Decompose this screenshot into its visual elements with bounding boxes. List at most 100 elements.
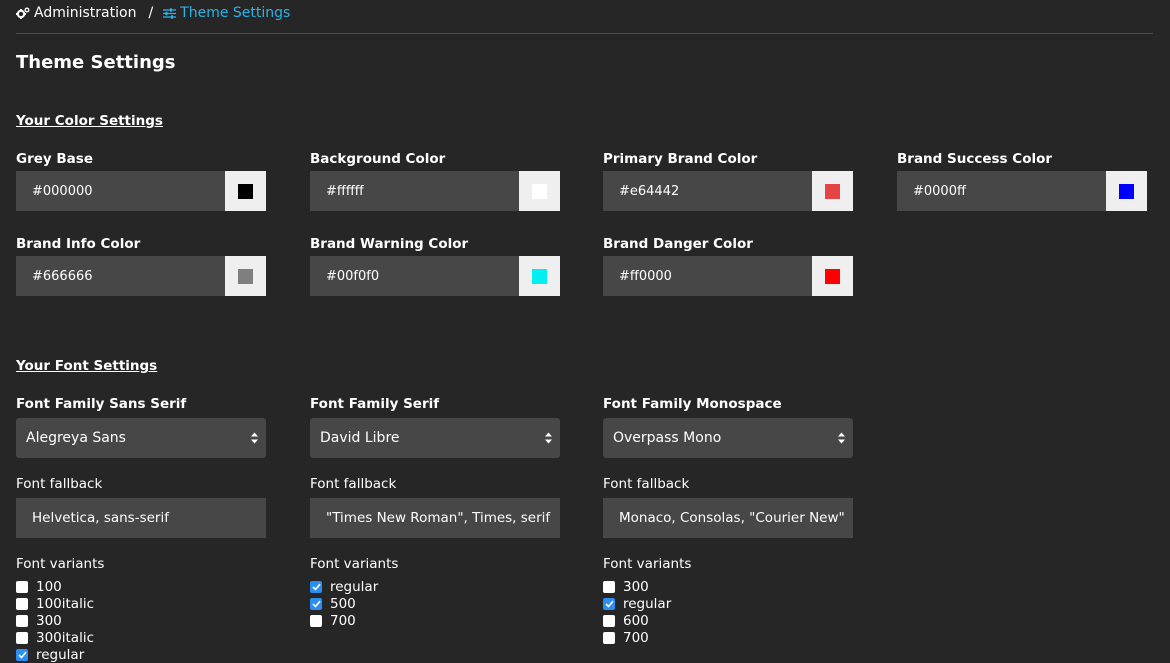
color-swatch bbox=[1119, 183, 1134, 199]
breadcrumb-administration-label: Administration bbox=[34, 5, 137, 21]
font-variant-option[interactable]: 100 bbox=[16, 578, 266, 595]
color-input-group: #0000ff bbox=[897, 171, 1147, 211]
background-color-picker[interactable] bbox=[519, 171, 560, 211]
font-family-sans-serif-group: Font Family Sans Serif Alegreya Sans Fon… bbox=[16, 396, 266, 663]
brand-warning-color-input[interactable]: #00f0f0 bbox=[310, 256, 519, 296]
variant-label: 500 bbox=[330, 595, 356, 612]
grey-base-input[interactable]: #000000 bbox=[16, 171, 225, 211]
font-variant-option[interactable]: 700 bbox=[310, 612, 560, 629]
color-swatch bbox=[532, 183, 547, 199]
brand-danger-color-picker[interactable] bbox=[812, 256, 853, 296]
font-variants-list: regular 500 700 bbox=[310, 578, 560, 629]
font-variant-option[interactable]: 300italic bbox=[16, 629, 266, 646]
font-variant-option[interactable]: 500 bbox=[310, 595, 560, 612]
font-settings-title: Your Font Settings bbox=[16, 358, 158, 374]
font-fallback-monospace-input[interactable]: Monaco, Consolas, "Courier New" bbox=[603, 498, 853, 538]
variant-checkbox[interactable] bbox=[16, 648, 28, 661]
brand-info-color-picker[interactable] bbox=[225, 256, 266, 296]
font-fallback-serif-input[interactable]: "Times New Roman", Times, serif bbox=[310, 498, 560, 538]
variant-checkbox[interactable] bbox=[310, 580, 322, 593]
color-input-group: #666666 bbox=[16, 256, 266, 296]
variant-label: regular bbox=[330, 578, 379, 595]
variant-label: 600 bbox=[623, 612, 649, 629]
variant-label: 700 bbox=[330, 612, 356, 629]
font-variants-label: Font variants bbox=[310, 556, 399, 572]
variant-label: 700 bbox=[623, 629, 649, 646]
color-input-group: #e64442 bbox=[603, 171, 853, 211]
font-variants-label: Font variants bbox=[603, 556, 692, 572]
font-variant-option[interactable]: regular bbox=[310, 578, 560, 595]
color-swatch bbox=[238, 268, 253, 284]
variant-checkbox[interactable] bbox=[16, 580, 28, 593]
font-variant-option[interactable]: regular bbox=[603, 595, 853, 612]
variant-label: 300 bbox=[623, 578, 649, 595]
color-swatch bbox=[825, 268, 840, 284]
color-input-group: #ffffff bbox=[310, 171, 560, 211]
field-label: Brand Warning Color bbox=[310, 236, 469, 252]
primary-brand-color-picker[interactable] bbox=[812, 171, 853, 211]
font-fallback-label: Font fallback bbox=[603, 476, 690, 492]
brand-warning-color-picker[interactable] bbox=[519, 256, 560, 296]
gears-icon bbox=[16, 7, 30, 19]
brand-success-color-input[interactable]: #0000ff bbox=[897, 171, 1106, 211]
theme-settings-page: Administration / Theme Settings Theme Se… bbox=[0, 0, 1170, 663]
primary-brand-color-input[interactable]: #e64442 bbox=[603, 171, 812, 211]
font-family-sans-serif-select[interactable]: Alegreya Sans bbox=[16, 418, 266, 458]
primary-brand-color-field: Primary Brand Color #e64442 bbox=[603, 151, 853, 211]
brand-danger-color-field: Brand Danger Color #ff0000 bbox=[603, 236, 853, 296]
breadcrumb-administration[interactable]: Administration bbox=[16, 5, 136, 21]
font-variant-option[interactable]: 300 bbox=[16, 612, 266, 629]
brand-success-color-field: Brand Success Color #0000ff bbox=[897, 151, 1147, 211]
field-label: Background Color bbox=[310, 151, 446, 167]
variant-checkbox[interactable] bbox=[16, 614, 28, 627]
variant-label: regular bbox=[36, 646, 85, 663]
font-variant-option[interactable]: 600 bbox=[603, 612, 853, 629]
color-swatch bbox=[532, 268, 547, 284]
variant-checkbox[interactable] bbox=[603, 614, 615, 627]
color-input-group: #ff0000 bbox=[603, 256, 853, 296]
font-fallback-label: Font fallback bbox=[16, 476, 103, 492]
select-value: David Libre bbox=[320, 430, 400, 446]
color-input-group: #000000 bbox=[16, 171, 266, 211]
font-variant-option[interactable]: regular bbox=[16, 646, 266, 663]
page-title: Theme Settings bbox=[16, 52, 176, 73]
field-label: Font Family Serif bbox=[310, 396, 440, 412]
font-family-monospace-select[interactable]: Overpass Mono bbox=[603, 418, 853, 458]
brand-warning-color-field: Brand Warning Color #00f0f0 bbox=[310, 236, 560, 296]
background-color-field: Background Color #ffffff bbox=[310, 151, 560, 211]
variant-checkbox[interactable] bbox=[603, 597, 615, 610]
brand-success-color-picker[interactable] bbox=[1106, 171, 1147, 211]
variant-checkbox[interactable] bbox=[16, 597, 28, 610]
breadcrumb: Administration / Theme Settings bbox=[16, 4, 290, 22]
variant-label: 300italic bbox=[36, 629, 95, 646]
field-label: Brand Success Color bbox=[897, 151, 1053, 167]
font-family-serif-select[interactable]: David Libre bbox=[310, 418, 560, 458]
breadcrumb-theme-settings-label: Theme Settings bbox=[180, 5, 291, 21]
sliders-icon bbox=[163, 7, 177, 19]
background-color-input[interactable]: #ffffff bbox=[310, 171, 519, 211]
brand-info-color-input[interactable]: #666666 bbox=[16, 256, 225, 296]
color-swatch bbox=[238, 183, 253, 199]
font-fallback-label: Font fallback bbox=[310, 476, 397, 492]
field-label: Font Family Sans Serif bbox=[16, 396, 187, 412]
font-fallback-sans-serif-input[interactable]: Helvetica, sans-serif bbox=[16, 498, 266, 538]
field-label: Brand Info Color bbox=[16, 236, 141, 252]
variant-label: 100italic bbox=[36, 595, 95, 612]
variant-label: regular bbox=[623, 595, 672, 612]
font-variant-option[interactable]: 300 bbox=[603, 578, 853, 595]
grey-base-color-picker[interactable] bbox=[225, 171, 266, 211]
font-variant-option[interactable]: 100italic bbox=[16, 595, 266, 612]
variant-checkbox[interactable] bbox=[603, 580, 615, 593]
field-label: Font Family Monospace bbox=[603, 396, 782, 412]
color-swatch bbox=[825, 183, 840, 199]
field-label: Brand Danger Color bbox=[603, 236, 753, 252]
variant-checkbox[interactable] bbox=[603, 631, 615, 644]
breadcrumb-theme-settings[interactable]: Theme Settings bbox=[163, 5, 290, 21]
brand-danger-color-input[interactable]: #ff0000 bbox=[603, 256, 812, 296]
font-family-serif-group: Font Family Serif David Libre Font fallb… bbox=[310, 396, 560, 629]
font-variants-label: Font variants bbox=[16, 556, 105, 572]
font-variant-option[interactable]: 700 bbox=[603, 629, 853, 646]
variant-checkbox[interactable] bbox=[16, 631, 28, 644]
variant-checkbox[interactable] bbox=[310, 614, 322, 627]
variant-checkbox[interactable] bbox=[310, 597, 322, 610]
